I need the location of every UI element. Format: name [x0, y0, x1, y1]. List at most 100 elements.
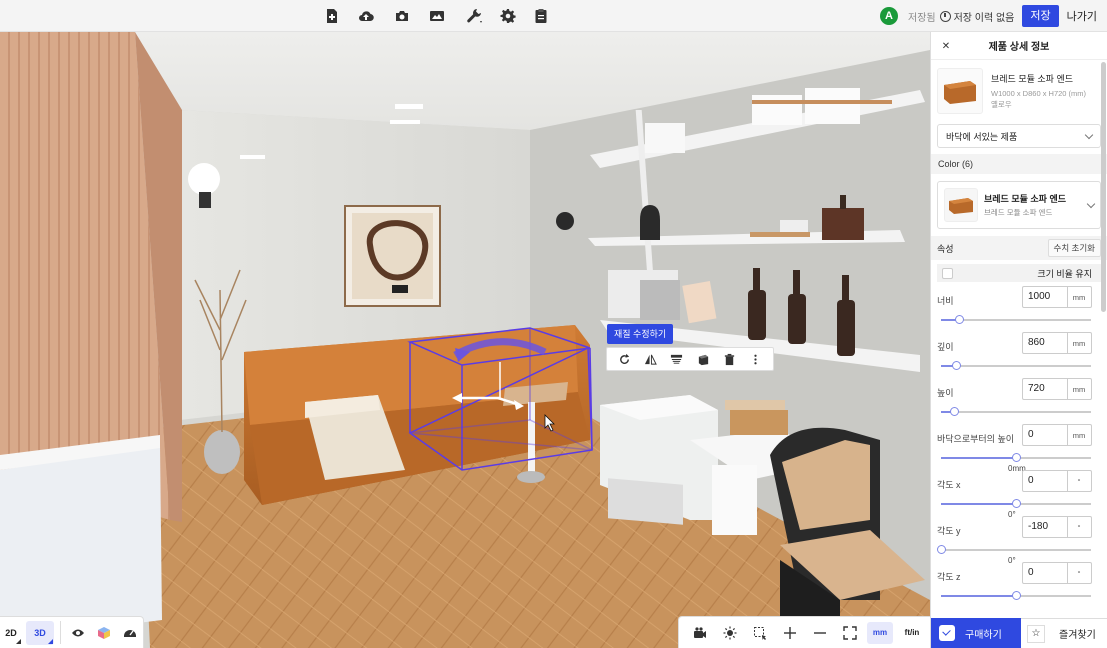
favorite-label: 즐겨찾기 — [1059, 630, 1096, 641]
field-label: 너비 — [937, 296, 954, 306]
rotate-icon[interactable] — [613, 349, 635, 369]
mode-3d-button[interactable]: 3D — [26, 621, 54, 645]
save-status: 저장됨 — [908, 12, 936, 24]
color-card-name: 브레드 모듈 소파 엔드 — [984, 194, 1067, 204]
slider-handle[interactable] — [936, 545, 946, 554]
add-page-icon[interactable] — [322, 6, 342, 26]
field-input[interactable]: 860 — [1022, 332, 1068, 354]
product-color-name: 옐로우 — [991, 100, 1012, 109]
attributes-label: 속성 — [937, 243, 954, 254]
slider-track[interactable] — [941, 549, 1091, 551]
slider-track[interactable] — [941, 319, 1091, 321]
save-history-button[interactable]: 저장 이력 없음 — [939, 9, 1014, 24]
field-input[interactable]: 0 — [1022, 562, 1068, 584]
cart-icon — [939, 625, 955, 641]
3d-viewport[interactable] — [0, 0, 930, 648]
flip-icon[interactable] — [639, 349, 661, 369]
align-floor-icon[interactable] — [666, 349, 688, 369]
field-label: 깊이 — [937, 342, 954, 352]
fullscreen-icon[interactable] — [835, 621, 865, 645]
field-label: 높이 — [937, 388, 954, 398]
close-icon[interactable]: ✕ — [937, 37, 955, 55]
field-input[interactable]: 0 — [1022, 424, 1068, 446]
attribute-fields: 너비 1000 mm 깊이 860 mm 높이 720 mm 바닥으로부터의 높이 0 mm 0mm 각도… — [931, 286, 1107, 608]
product-detail-panel: ✕ 제품 상세 정보 브레드 모듈 소파 엔드 W1000 x D860 x H… — [930, 32, 1107, 648]
attribute-field: 깊이 860 mm — [931, 332, 1107, 378]
placement-select[interactable]: 바닥에 서있는 제품 — [937, 124, 1101, 148]
color-card-sub: 브레드 모듈 소파 엔드 — [984, 208, 1053, 217]
chevron-down-icon — [1086, 199, 1096, 208]
slider-handle[interactable] — [950, 407, 959, 416]
field-unit: mm — [1067, 378, 1092, 400]
mode-2d-button[interactable]: 2D — [0, 621, 22, 645]
panel-footer: 구매하기 ☆ 즐겨찾기 — [931, 618, 1107, 648]
camera-icon[interactable] — [392, 6, 412, 26]
keep-ratio-label: 크기 비율 유지 — [1037, 268, 1092, 279]
zoom-in-icon[interactable] — [775, 621, 805, 645]
slider-fill — [941, 595, 1016, 597]
mode-3d-label: 3D — [34, 628, 46, 638]
eye-icon[interactable] — [65, 621, 91, 645]
wrench-icon[interactable] — [464, 6, 484, 26]
attribute-field: 높이 720 mm — [931, 378, 1107, 424]
panel-scrollbar[interactable] — [1101, 62, 1106, 312]
attributes-header: 속성 수치 초기화 — [931, 236, 1107, 260]
slider-fill — [941, 457, 1016, 459]
slider-handle[interactable] — [954, 315, 964, 324]
field-unit: mm — [1067, 424, 1092, 446]
unit-mm-button[interactable]: mm — [867, 621, 893, 644]
reset-values-button[interactable]: 수치 초기화 — [1047, 239, 1101, 257]
save-button[interactable]: 저장 — [1022, 5, 1059, 27]
field-input[interactable]: 720 — [1022, 378, 1068, 400]
trash-icon[interactable] — [718, 349, 740, 369]
select-area-icon[interactable] — [745, 621, 775, 645]
product-dimensions: W1000 x D860 x H720 (mm) — [991, 89, 1087, 98]
gear-icon[interactable] — [498, 6, 518, 26]
cube-icon[interactable] — [692, 349, 714, 369]
more-vertical-icon[interactable] — [745, 349, 767, 369]
field-input[interactable]: -180 — [1022, 516, 1068, 538]
field-label: 각도 z — [937, 572, 961, 582]
color-thumbnail — [944, 188, 978, 222]
mode-2d-label: 2D — [5, 628, 17, 638]
field-label: 각도 y — [937, 526, 961, 536]
field-label: 각도 x — [937, 480, 961, 490]
slider-handle[interactable] — [1011, 499, 1021, 508]
image-icon[interactable] — [427, 6, 447, 26]
color-option-card[interactable]: 브레드 모듈 소파 엔드 브레드 모듈 소파 엔드 — [937, 181, 1101, 229]
field-unit: ° — [1067, 562, 1092, 584]
slider-fill — [941, 503, 1016, 505]
field-input[interactable]: 1000 — [1022, 286, 1068, 308]
unit-ftin-button[interactable]: ft/in — [899, 622, 925, 644]
slider-handle[interactable] — [951, 361, 961, 370]
slider-handle[interactable] — [1011, 591, 1021, 600]
zoom-out-icon[interactable] — [805, 621, 835, 645]
color-cube-icon[interactable] — [91, 621, 117, 645]
edit-material-button[interactable]: 재질 수정하기 — [607, 324, 674, 344]
divider — [60, 621, 61, 644]
attribute-field: 바닥으로부터의 높이 0 mm 0mm — [931, 424, 1107, 473]
panel-title: 제품 상세 정보 — [988, 42, 1050, 53]
field-label: 바닥으로부터의 높이 — [937, 434, 1015, 444]
video-camera-icon[interactable] — [685, 621, 715, 645]
panel-header: ✕ 제품 상세 정보 — [931, 32, 1107, 60]
sun-icon[interactable] — [715, 621, 745, 645]
cloud-upload-icon[interactable] — [356, 6, 376, 26]
star-icon: ☆ — [1027, 624, 1045, 643]
buy-button[interactable]: 구매하기 — [931, 618, 1021, 648]
object-toolbar — [606, 347, 774, 371]
avatar[interactable]: A — [880, 7, 898, 25]
attribute-field: 각도 z 0 ° — [931, 562, 1107, 608]
field-unit: ° — [1067, 516, 1092, 538]
keep-ratio-checkbox[interactable] — [942, 267, 953, 279]
favorite-button[interactable]: ☆ 즐겨찾기 — [1021, 618, 1107, 648]
gauge-icon[interactable] — [117, 621, 143, 645]
slider-track[interactable] — [941, 365, 1091, 367]
keep-ratio-row: 크기 비율 유지 — [937, 264, 1101, 282]
attribute-field: 각도 x 0 ° 0° — [931, 470, 1107, 519]
clipboard-icon[interactable] — [531, 6, 551, 26]
slider-track[interactable] — [941, 411, 1091, 413]
exit-button[interactable]: 나가기 — [1067, 8, 1097, 24]
field-input[interactable]: 0 — [1022, 470, 1068, 492]
slider-handle[interactable] — [1011, 453, 1021, 462]
